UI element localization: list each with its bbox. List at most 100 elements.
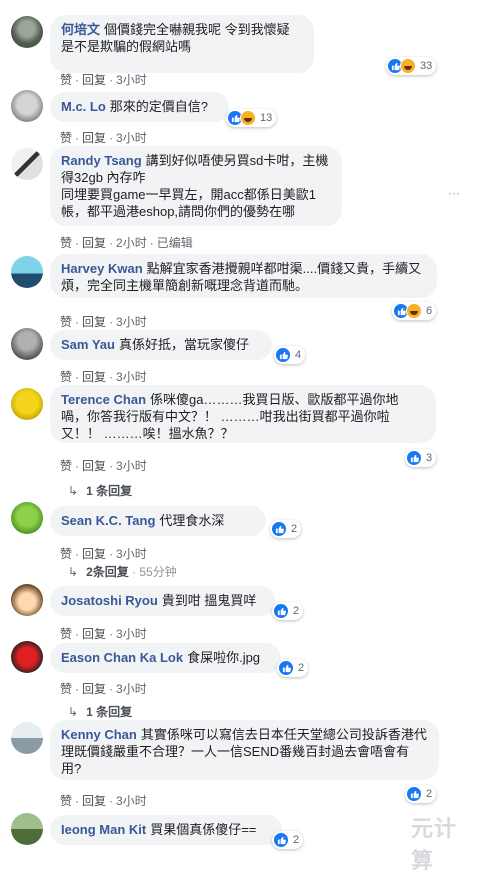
avatar[interactable] [11, 16, 43, 48]
reaction-count: 33 [420, 60, 433, 72]
reply-link[interactable]: 回复 [82, 315, 106, 329]
comment-bubble: 何培文 個價錢完全嚇親我呢 令到我懷疑是不是欺騙的假網站嗎 [50, 15, 314, 73]
commenter-name[interactable]: Terence Chan [61, 392, 146, 407]
like-link[interactable]: 赞 [60, 794, 72, 808]
comment-time[interactable]: 3小时 [116, 73, 147, 87]
reaction-summary[interactable]: 2 [270, 520, 302, 538]
commenter-name[interactable]: Sean K.C. Tang [61, 513, 155, 528]
reaction-summary[interactable]: 3 [405, 449, 437, 467]
comment-time[interactable]: 3小时 [116, 370, 147, 384]
separator: · [75, 73, 80, 87]
view-replies-link[interactable]: ↳ 2条回复 · 55分钟 [68, 563, 177, 580]
edited-label[interactable]: 已编辑 [157, 236, 193, 250]
separator: · [75, 315, 80, 329]
separator: · [109, 236, 114, 250]
commenter-name[interactable]: Randy Tsang [61, 153, 142, 168]
commenter-name[interactable]: Harvey Kwan [61, 261, 143, 276]
reply-link[interactable]: 回复 [82, 794, 106, 808]
reaction-summary[interactable]: 2 [272, 602, 304, 620]
view-replies-link[interactable]: ↳ 1 条回复 [68, 703, 132, 720]
commenter-name[interactable]: Ieong Man Kit [61, 822, 146, 837]
like-link[interactable]: 赞 [60, 315, 72, 329]
avatar[interactable] [11, 148, 43, 180]
like-link[interactable]: 赞 [60, 547, 72, 561]
separator: · [109, 547, 114, 561]
avatar[interactable] [11, 584, 43, 616]
reply-link[interactable]: 回复 [82, 236, 106, 250]
replies-count: 2条回复 [86, 565, 129, 579]
commenter-name[interactable]: M.c. Lo [61, 99, 106, 114]
reaction-summary[interactable]: 2 [405, 785, 437, 803]
reply-link[interactable]: 回复 [82, 682, 106, 696]
like-link[interactable]: 赞 [60, 627, 72, 641]
view-replies-link[interactable]: ↳ 1 条回复 [68, 482, 132, 499]
comment-time[interactable]: 3小时 [116, 459, 147, 473]
reply-link[interactable]: 回复 [82, 627, 106, 641]
separator: · [109, 315, 114, 329]
comment-text: 真係好抵，當玩家傻仔 [118, 337, 249, 352]
comment-bubble: Kenny Chan 其實係咪可以寫信去日本任天堂總公司投訴香港代理既價錢嚴重不合… [50, 720, 439, 780]
comment-time[interactable]: 3小时 [116, 794, 147, 808]
comment-actions: 赞 · 回复 · 3小时 [60, 71, 147, 88]
comment-text: 食屎啦你.jpg [187, 650, 261, 665]
like-link[interactable]: 赞 [60, 73, 72, 87]
comment-bubble: Eason Chan Ka Lok 食屎啦你.jpg [50, 643, 281, 673]
more-options-icon[interactable]: ··· [447, 185, 461, 203]
comment-bubble: M.c. Lo 那來的定價自信? [50, 92, 229, 122]
comment-bubble: Randy Tsang 講到好似唔使另買sd卡咁，主機得32gb 內存咋 同埋要買g… [50, 146, 342, 226]
avatar[interactable] [11, 328, 43, 360]
avatar[interactable] [11, 90, 43, 122]
avatar[interactable] [11, 722, 43, 754]
reply-link[interactable]: 回复 [82, 459, 106, 473]
reaction-summary[interactable]: 2 [277, 659, 309, 677]
comment-bubble: Terence Chan 係咪傻ga………我買日版、歐版都平過你地喎，你答我行版有… [50, 385, 436, 443]
reply-arrow-icon: ↳ [68, 484, 79, 498]
like-link[interactable]: 赞 [60, 370, 72, 384]
watermark: 元计算 [411, 816, 458, 873]
commenter-name[interactable]: Eason Chan Ka Lok [61, 650, 183, 665]
commenter-name[interactable]: Josatoshi Ryou [61, 593, 158, 608]
like-link[interactable]: 赞 [60, 682, 72, 696]
comment-time[interactable]: 3小时 [116, 682, 147, 696]
avatar[interactable] [11, 502, 43, 534]
reaction-summary[interactable]: 6 [392, 302, 437, 320]
avatar[interactable] [11, 388, 43, 420]
reply-link[interactable]: 回复 [82, 370, 106, 384]
separator: · [109, 459, 114, 473]
comment-time[interactable]: 2小时 [116, 236, 147, 250]
like-link[interactable]: 赞 [60, 131, 72, 145]
reaction-summary[interactable]: 13 [226, 109, 277, 127]
comment-time[interactable]: 3小时 [116, 131, 147, 145]
commenter-name[interactable]: 何培文 [61, 22, 100, 37]
comment-time[interactable]: 3小时 [116, 315, 147, 329]
like-icon [273, 832, 289, 848]
avatar[interactable] [11, 813, 43, 845]
separator: · [75, 236, 80, 250]
reply-link[interactable]: 回复 [82, 73, 106, 87]
like-link[interactable]: 赞 [60, 459, 72, 473]
separator: · [109, 682, 114, 696]
comment-time[interactable]: 3小时 [116, 547, 147, 561]
reaction-count: 2 [293, 605, 300, 617]
reaction-summary[interactable]: 2 [272, 831, 304, 849]
comment-actions: 赞 · 回复 · 3小时 [60, 313, 147, 330]
reply-link[interactable]: 回复 [82, 131, 106, 145]
comment-text: 買果個真係傻仔== [150, 822, 257, 837]
commenter-name[interactable]: Kenny Chan [61, 727, 137, 742]
reaction-summary[interactable]: 33 [386, 57, 437, 75]
separator: · [149, 236, 154, 250]
comment-actions: 赞 · 回复 · 3小时 [60, 368, 147, 385]
like-icon [406, 786, 422, 802]
separator: · [109, 627, 114, 641]
avatar[interactable] [11, 641, 43, 673]
separator: · [75, 547, 80, 561]
avatar[interactable] [11, 256, 43, 288]
reply-link[interactable]: 回复 [82, 547, 106, 561]
comment-text: 代理食水深 [159, 513, 225, 528]
reaction-count: 4 [295, 349, 302, 361]
comment-time[interactable]: 3小时 [116, 627, 147, 641]
comment-actions: 赞 · 回复 · 3小时 [60, 792, 147, 809]
like-link[interactable]: 赞 [60, 236, 72, 250]
commenter-name[interactable]: Sam Yau [61, 337, 115, 352]
reaction-summary[interactable]: 4 [274, 346, 306, 364]
